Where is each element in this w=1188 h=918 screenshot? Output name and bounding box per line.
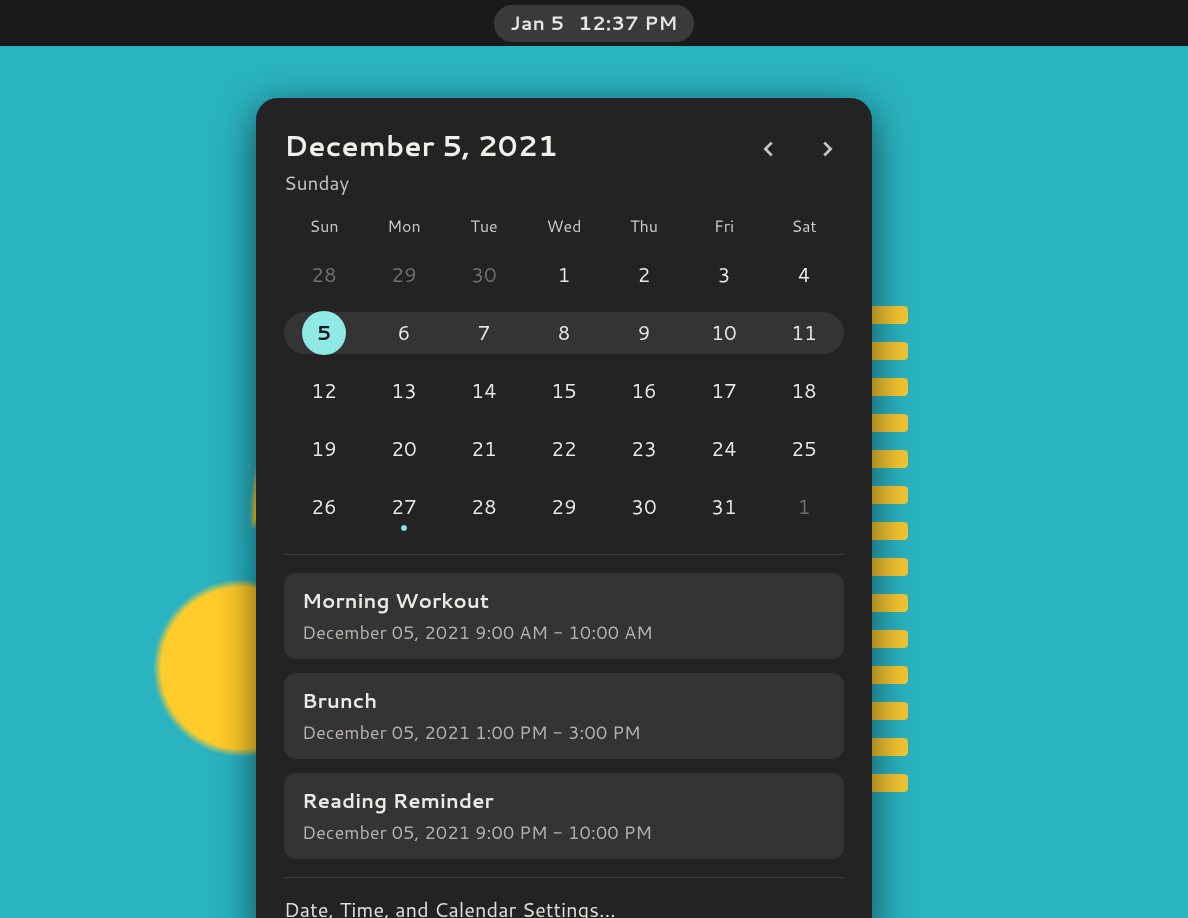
- calendar-day[interactable]: 27: [364, 493, 444, 521]
- calendar-day[interactable]: 10: [684, 319, 764, 347]
- calendar-day[interactable]: 9: [604, 319, 684, 347]
- calendar-day[interactable]: 25: [764, 435, 844, 463]
- event-time: December 05, 2021 1:00 PM - 3:00 PM: [302, 719, 826, 745]
- next-month-button[interactable]: [816, 138, 838, 166]
- calendar-week-row: 19202122232425: [284, 420, 844, 478]
- chevron-left-icon: [758, 138, 780, 160]
- day-of-week-header: Sun Mon Tue Wed Thu Fri Sat: [284, 215, 844, 238]
- calendar-weekday: Sunday: [284, 170, 558, 197]
- calendar-popover: December 5, 2021 Sunday Sun Mon Tue Wed …: [256, 98, 872, 918]
- calendar-week-row: 567891011: [284, 304, 844, 362]
- calendar-day[interactable]: 15: [524, 377, 604, 405]
- prev-month-button[interactable]: [758, 138, 780, 166]
- calendar-day[interactable]: 28: [444, 493, 524, 521]
- calendar-day[interactable]: 3: [684, 261, 764, 289]
- calendar-day[interactable]: 6: [364, 319, 444, 347]
- calendar-day[interactable]: 5: [284, 319, 364, 347]
- calendar-day[interactable]: 20: [364, 435, 444, 463]
- topbar-time: 12:37 PM: [578, 10, 677, 37]
- calendar-settings-link[interactable]: Date, Time, and Calendar Settings...: [284, 896, 844, 918]
- dow-tue: Tue: [444, 215, 524, 238]
- calendar-day[interactable]: 16: [604, 377, 684, 405]
- event-card[interactable]: Morning Workout December 05, 2021 9:00 AM…: [284, 573, 844, 659]
- event-title: Brunch: [302, 687, 826, 715]
- calendar-day[interactable]: 22: [524, 435, 604, 463]
- calendar-day[interactable]: 21: [444, 435, 524, 463]
- desktop: December 5, 2021 Sunday Sun Mon Tue Wed …: [0, 46, 1188, 918]
- calendar-day[interactable]: 30: [444, 261, 524, 289]
- calendar-day[interactable]: 18: [764, 377, 844, 405]
- calendar-day[interactable]: 29: [524, 493, 604, 521]
- calendar-day[interactable]: 4: [764, 261, 844, 289]
- calendar-day[interactable]: 29: [364, 261, 444, 289]
- top-bar: Jan 5 12:37 PM: [0, 0, 1188, 46]
- calendar-week-row: 2627282930311: [284, 478, 844, 536]
- dow-sat: Sat: [764, 215, 844, 238]
- calendar-day[interactable]: 24: [684, 435, 764, 463]
- calendar-title: December 5, 2021: [284, 126, 558, 166]
- event-title: Morning Workout: [302, 587, 826, 615]
- dow-fri: Fri: [684, 215, 764, 238]
- calendar-day[interactable]: 14: [444, 377, 524, 405]
- calendar-day[interactable]: 19: [284, 435, 364, 463]
- dow-thu: Thu: [604, 215, 684, 238]
- calendar-day[interactable]: 12: [284, 377, 364, 405]
- event-title: Reading Reminder: [302, 787, 826, 815]
- event-card[interactable]: Brunch December 05, 2021 1:00 PM - 3:00 P…: [284, 673, 844, 759]
- event-card[interactable]: Reading Reminder December 05, 2021 9:00 P…: [284, 773, 844, 859]
- calendar-day[interactable]: 7: [444, 319, 524, 347]
- event-time: December 05, 2021 9:00 PM - 10:00 PM: [302, 819, 826, 845]
- event-time: December 05, 2021 9:00 AM - 10:00 AM: [302, 619, 826, 645]
- dow-sun: Sun: [284, 215, 364, 238]
- calendar-day[interactable]: 8: [524, 319, 604, 347]
- calendar-day[interactable]: 1: [764, 493, 844, 521]
- dow-wed: Wed: [524, 215, 604, 238]
- calendar-day[interactable]: 17: [684, 377, 764, 405]
- calendar-day[interactable]: 28: [284, 261, 364, 289]
- clock-button[interactable]: Jan 5 12:37 PM: [494, 5, 693, 42]
- calendar-day[interactable]: 23: [604, 435, 684, 463]
- calendar-day[interactable]: 11: [764, 319, 844, 347]
- calendar-day[interactable]: 30: [604, 493, 684, 521]
- dow-mon: Mon: [364, 215, 444, 238]
- divider: [284, 554, 844, 555]
- calendar-day[interactable]: 26: [284, 493, 364, 521]
- divider: [284, 877, 844, 878]
- calendar-week-row: 2829301234: [284, 246, 844, 304]
- calendar-day[interactable]: 13: [364, 377, 444, 405]
- topbar-date: Jan 5: [510, 10, 564, 37]
- calendar-day[interactable]: 1: [524, 261, 604, 289]
- calendar-day[interactable]: 31: [684, 493, 764, 521]
- calendar-day[interactable]: 2: [604, 261, 684, 289]
- chevron-right-icon: [816, 138, 838, 160]
- calendar-week-row: 12131415161718: [284, 362, 844, 420]
